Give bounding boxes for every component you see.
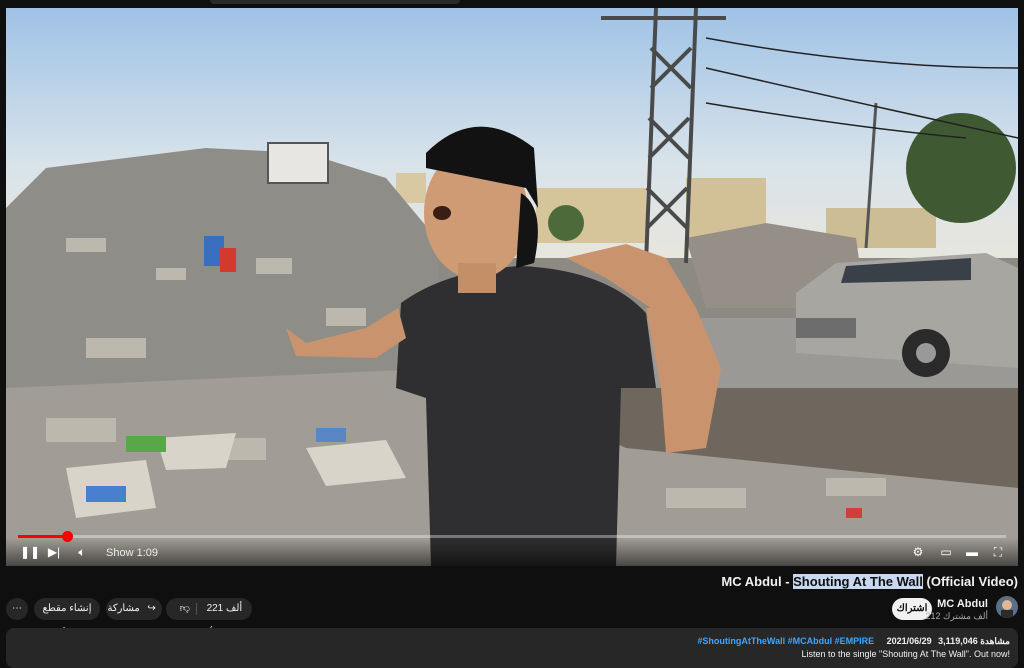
- miniplayer-icon[interactable]: ▭: [938, 545, 954, 559]
- theater-icon[interactable]: ▬: [964, 545, 980, 559]
- share-label: مشاركة: [107, 603, 140, 614]
- video-player[interactable]: ❚❚ ▶| 🔈︎ Show 1:09 ⚙ ▭ ▬ ⛶: [6, 8, 1018, 566]
- upload-date: 2021/06/29: [886, 636, 932, 646]
- time-display: Show 1:09: [106, 547, 158, 559]
- title-highlight: Shouting At The Wall: [793, 574, 923, 589]
- description-box[interactable]: #ShoutingAtTheWall #MCAbdul #EMPIRE 2021…: [6, 628, 1018, 668]
- hashtags[interactable]: #ShoutingAtTheWall #MCAbdul #EMPIRE: [697, 636, 874, 646]
- share-icon: ↪: [147, 603, 156, 614]
- fullscreen-icon[interactable]: ⛶: [990, 545, 1006, 559]
- more-icon: ⋯: [12, 603, 22, 614]
- player-controls: ❚❚ ▶| 🔈︎ Show 1:09 ⚙ ▭ ▬ ⛶: [6, 538, 1018, 566]
- search-bar-edge[interactable]: [210, 0, 460, 4]
- video-frame: [6, 8, 1018, 566]
- volume-icon[interactable]: 🔈︎: [74, 545, 90, 559]
- clip-button[interactable]: إنشاء مقطع ✂: [34, 598, 100, 636]
- video-title: MC Abdul - Shouting At The Wall (Officia…: [721, 574, 1018, 589]
- channel-name[interactable]: MC Abdul: [937, 598, 988, 610]
- like-count: 221 ألف: [206, 603, 243, 614]
- avatar[interactable]: [996, 596, 1018, 618]
- subscriber-count: 212 ألف مشترك: [925, 611, 988, 621]
- like-separator: [196, 603, 197, 615]
- top-strip: [0, 0, 1024, 8]
- title-prefix: MC Abdul -: [721, 574, 794, 589]
- clip-label: إنشاء مقطع: [42, 603, 92, 614]
- next-icon[interactable]: ▶|: [46, 545, 62, 559]
- settings-icon[interactable]: ⚙: [910, 545, 926, 559]
- like-dislike-group: 👎︎ 221 ألف 👍︎: [166, 598, 252, 636]
- pause-icon[interactable]: ❚❚: [20, 545, 40, 559]
- title-suffix: (Official Video): [922, 574, 1019, 589]
- description-meta: #ShoutingAtTheWall #MCAbdul #EMPIRE 2021…: [693, 636, 1010, 647]
- dislike-icon[interactable]: 👎︎: [178, 598, 192, 620]
- more-button[interactable]: ⋯: [6, 598, 28, 620]
- description-line: Listen to the single "Shouting At The Wa…: [801, 649, 1010, 659]
- view-count: 3,119,046 مشاهدة: [938, 636, 1010, 646]
- share-button[interactable]: مشاركة ↪: [106, 598, 162, 620]
